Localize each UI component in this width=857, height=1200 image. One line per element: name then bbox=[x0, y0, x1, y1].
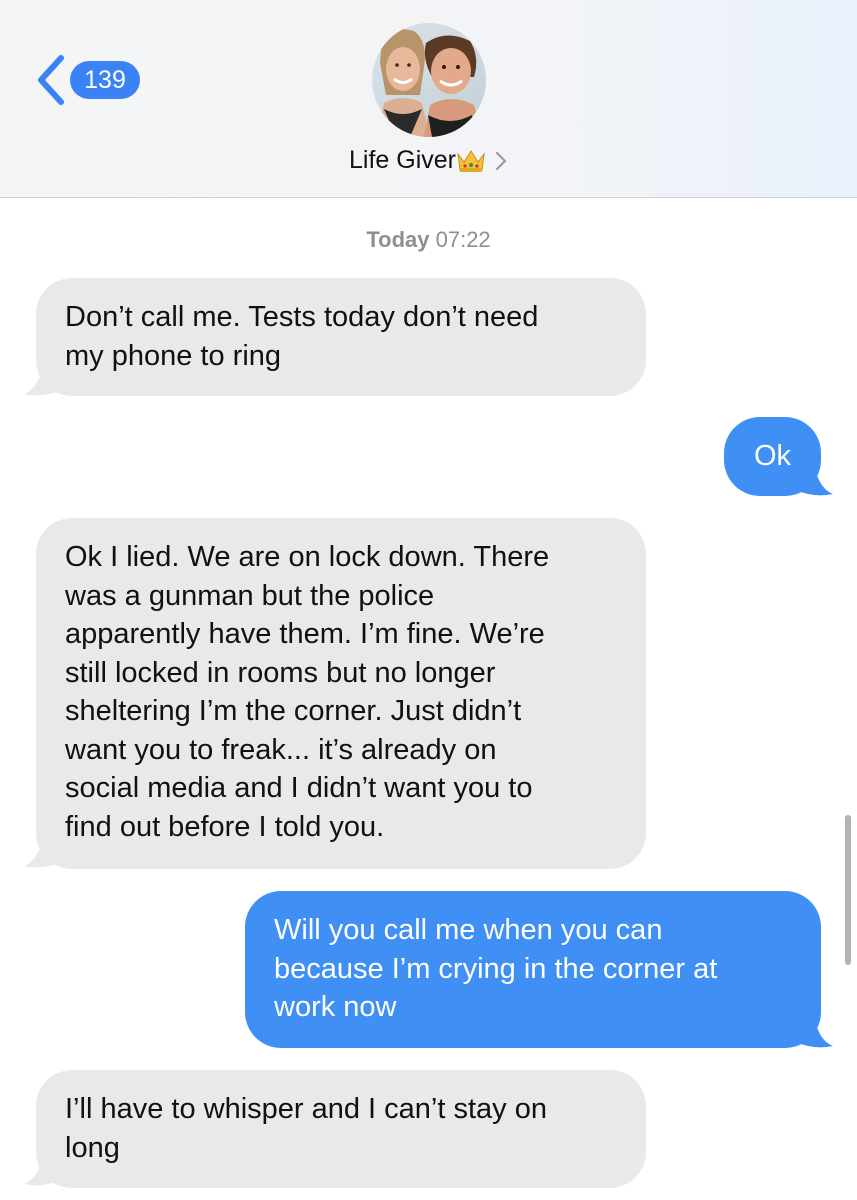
message-line: social media and I didn’t want you to bbox=[65, 772, 533, 804]
messages-screen: 139 Life Giver Today 07:22 Don’t call me… bbox=[0, 0, 857, 1200]
unread-count-badge: 139 bbox=[70, 61, 140, 99]
chevron-left-icon bbox=[38, 55, 64, 105]
conversation-header: 139 Life Giver bbox=[0, 0, 857, 198]
incoming-message-bubble[interactable]: Don’t call me. Tests today don’t need my… bbox=[36, 278, 646, 396]
message-line: Don’t call me. Tests today don’t need bbox=[65, 301, 539, 333]
contact-name: Life Giver bbox=[349, 146, 456, 174]
message-line: want you to freak... it’s already on bbox=[65, 733, 497, 766]
message-line: work now bbox=[274, 991, 397, 1023]
timestamp-time: 07:22 bbox=[435, 227, 491, 252]
scrollbar[interactable] bbox=[845, 815, 851, 965]
chevron-right-icon bbox=[495, 151, 507, 170]
contact-info-button[interactable]: Life Giver bbox=[0, 146, 857, 182]
thread-timestamp: Today 07:22 bbox=[0, 227, 857, 253]
contact-photo bbox=[372, 23, 486, 137]
message-line: Ok bbox=[753, 440, 792, 472]
timestamp-day: Today bbox=[366, 227, 430, 252]
message-line: was a gunman but the police bbox=[65, 579, 435, 612]
message-line: Ok I lied. We are on lock down. There bbox=[65, 541, 550, 573]
back-button[interactable]: 139 bbox=[34, 52, 154, 108]
incoming-message-bubble[interactable]: I’ll have to whisper and I can’t stay on… bbox=[36, 1070, 646, 1188]
message-line: Will you call me when you can bbox=[274, 914, 663, 946]
avatar[interactable] bbox=[372, 23, 486, 137]
crown-icon bbox=[457, 149, 485, 172]
message-line: my phone to ring bbox=[65, 339, 282, 372]
message-line: long bbox=[65, 1131, 120, 1164]
message-line: apparently have them. I’m fine. We’re bbox=[65, 618, 545, 650]
message-line: because I’m crying in the corner at bbox=[274, 952, 718, 985]
outgoing-message-bubble[interactable]: Will you call me when you can because I’… bbox=[245, 891, 821, 1048]
outgoing-message-bubble[interactable]: Ok bbox=[724, 417, 821, 496]
message-line: find out before I told you. bbox=[65, 810, 385, 843]
message-line: I’ll have to whisper and I can’t stay on bbox=[65, 1093, 547, 1125]
message-line: still locked in rooms but no longer bbox=[65, 656, 496, 689]
incoming-message-bubble[interactable]: Ok I lied. We are on lock down. There wa… bbox=[36, 518, 646, 869]
message-line: sheltering I’m the corner. Just didn’t bbox=[65, 695, 522, 727]
